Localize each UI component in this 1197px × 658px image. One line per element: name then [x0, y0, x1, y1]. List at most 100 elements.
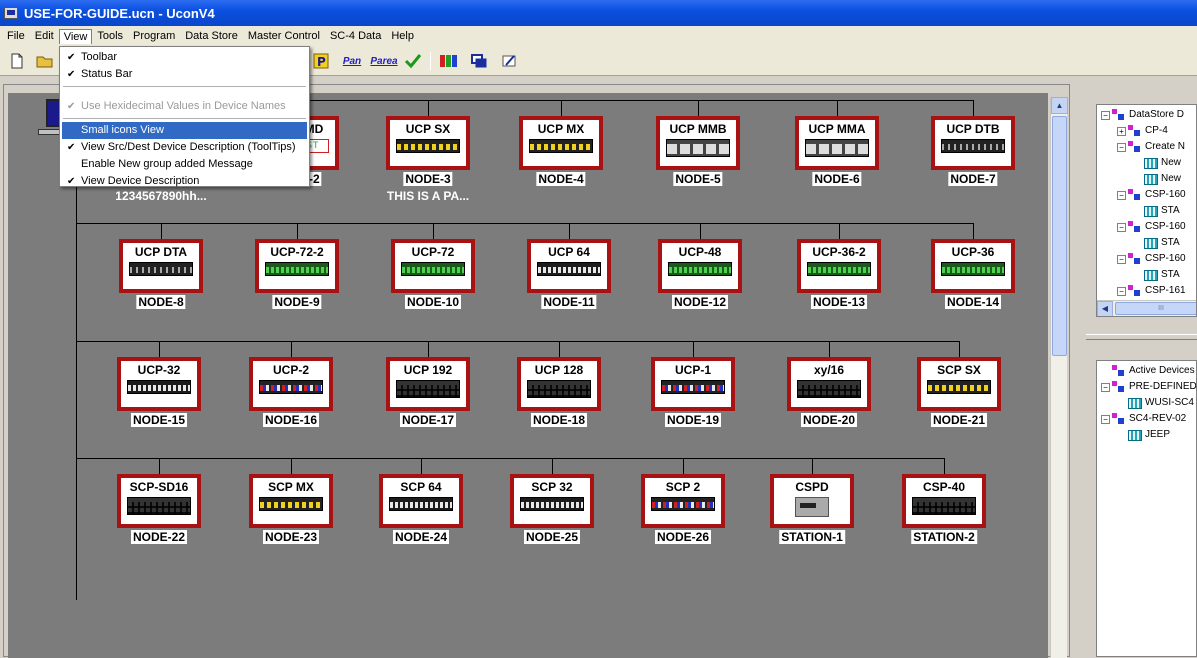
checkmark-icon[interactable]	[402, 51, 424, 71]
device-node-15[interactable]: UCP-32	[117, 357, 201, 411]
device-body: SCP 64	[383, 478, 459, 524]
tree-item[interactable]: − CSP-160	[1117, 220, 1186, 234]
menu-item-tooltips[interactable]: ✔ View Src/Dest Device Description (ToolT…	[62, 139, 307, 156]
device-station-1[interactable]: CSPD	[770, 474, 854, 528]
check-icon: ✔	[67, 101, 76, 112]
device-node-8[interactable]: UCP DTA	[119, 239, 203, 293]
device-node-18[interactable]: UCP 128	[517, 357, 601, 411]
device-node-24[interactable]: SCP 64	[379, 474, 463, 528]
tree-item-label: New	[1161, 157, 1182, 168]
device-body: UCP DTB	[935, 120, 1011, 166]
menu-item-small-icons[interactable]: Small icons View	[62, 122, 307, 139]
collapse-icon[interactable]: −	[1101, 414, 1110, 424]
device-station-2[interactable]: CSP-40	[902, 474, 986, 528]
device-model-label: UCP MX	[537, 122, 585, 136]
datastore-tree[interactable]: − CSP-161 STA − CSP-160 STA − CSP-160 STA − CSP-16…	[1096, 104, 1197, 317]
menu-item-status-bar[interactable]: ✔ Status Bar	[62, 66, 307, 83]
tree-item[interactable]: − PRE-DEFINED	[1101, 380, 1196, 394]
device-model-label: UCP 192	[403, 363, 453, 377]
collapse-icon[interactable]: −	[1117, 142, 1126, 152]
pencil-note-icon[interactable]	[498, 51, 520, 71]
active-devices-tree[interactable]: JEEP − SC4-REV-02 WUSI-SC4 − PRE-DEFINED Activ…	[1096, 360, 1197, 657]
scroll-left-icon[interactable]: ◀	[1097, 301, 1113, 316]
group-icon	[1128, 285, 1142, 297]
device-node-23[interactable]: SCP MX	[249, 474, 333, 528]
copy-windows-icon[interactable]	[468, 51, 490, 71]
parea-button[interactable]: Parea	[368, 51, 400, 71]
collapse-icon[interactable]: −	[1101, 382, 1110, 392]
scroll-thumb[interactable]: III	[1115, 302, 1196, 315]
device-node-16[interactable]: UCP-2	[249, 357, 333, 411]
menu-data-store[interactable]: Data Store	[180, 28, 243, 44]
menu-master-control[interactable]: Master Control	[243, 28, 325, 44]
tree-item[interactable]: STA	[1133, 236, 1180, 250]
collapse-icon[interactable]: −	[1117, 222, 1126, 232]
menu-program[interactable]: Program	[128, 28, 180, 44]
device-node-20[interactable]: xy/16	[787, 357, 871, 411]
menu-sc4-data[interactable]: SC-4 Data	[325, 28, 386, 44]
collapse-icon[interactable]: −	[1117, 286, 1126, 296]
menu-view[interactable]: View	[58, 28, 93, 44]
device-node-19[interactable]: UCP-1	[651, 357, 735, 411]
new-file-icon[interactable]	[6, 51, 28, 71]
device-node-17[interactable]: UCP 192	[386, 357, 470, 411]
device-node-14[interactable]: UCP-36	[931, 239, 1015, 293]
columns-icon[interactable]	[438, 51, 460, 71]
collapse-icon[interactable]: −	[1117, 254, 1126, 264]
tree-item[interactable]: JEEP	[1117, 428, 1170, 442]
menu-item-toolbar[interactable]: ✔ Toolbar	[62, 49, 307, 66]
tree-item[interactable]: − SC4-REV-02	[1101, 412, 1186, 426]
device-model-label: SCP SX	[937, 363, 981, 377]
node-name-label: NODE-26	[654, 530, 712, 544]
device-body: UCP-72	[395, 243, 471, 289]
pane-splitter[interactable]	[1086, 334, 1197, 340]
tree-item[interactable]: − DataStore D	[1101, 108, 1184, 122]
device-node-26[interactable]: SCP 2	[641, 474, 725, 528]
tree-item[interactable]: − CSP-161	[1117, 284, 1186, 298]
tree-item[interactable]: New	[1133, 172, 1181, 186]
tree-item[interactable]: STA	[1133, 268, 1180, 282]
menu-file[interactable]: File	[2, 28, 30, 44]
device-node-9[interactable]: UCP-72-2	[255, 239, 339, 293]
device-node-4[interactable]: UCP MX	[519, 116, 603, 170]
device-panel-icon	[259, 497, 323, 511]
tree-item[interactable]: − Create N	[1117, 140, 1185, 154]
device-node-21[interactable]: SCP SX	[917, 357, 1001, 411]
device-node-5[interactable]: UCP MMB	[656, 116, 740, 170]
tree-item[interactable]: Active Devices on	[1101, 364, 1196, 378]
menu-item-device-desc[interactable]: ✔ View Device Description	[62, 173, 307, 190]
device-node-13[interactable]: UCP-36-2	[797, 239, 881, 293]
device-node-12[interactable]: UCP-48	[658, 239, 742, 293]
collapse-icon[interactable]: −	[1101, 110, 1110, 120]
program-p-icon[interactable]: P	[310, 51, 332, 71]
scroll-thumb[interactable]	[1052, 116, 1067, 356]
tree-item[interactable]: − CSP-160	[1117, 252, 1186, 266]
collapse-icon[interactable]: −	[1117, 190, 1126, 200]
tree-item[interactable]: WUSI-SC4	[1117, 396, 1194, 410]
open-folder-icon[interactable]	[34, 51, 56, 71]
node-name-label: NODE-8	[136, 295, 186, 309]
menu-item-new-group-msg[interactable]: Enable New group added Message	[62, 156, 307, 173]
device-model-label: CSP-40	[922, 480, 966, 494]
device-node-10[interactable]: UCP-72	[391, 239, 475, 293]
device-node-22[interactable]: SCP-SD16	[117, 474, 201, 528]
menu-help[interactable]: Help	[386, 28, 419, 44]
menu-edit[interactable]: Edit	[30, 28, 59, 44]
expand-icon[interactable]: +	[1117, 126, 1126, 136]
device-panel-icon	[520, 497, 584, 511]
device-node-11[interactable]: UCP 64	[527, 239, 611, 293]
tree-item[interactable]: + CP-4	[1117, 124, 1168, 138]
tree-item[interactable]: STA	[1133, 204, 1180, 218]
pan-button[interactable]: Pan	[338, 51, 366, 71]
device-node-25[interactable]: SCP 32	[510, 474, 594, 528]
horizontal-scrollbar[interactable]: ◀ III	[1097, 300, 1196, 316]
device-model-label: UCP-32	[137, 363, 181, 377]
scroll-up-icon[interactable]: ▲	[1051, 97, 1068, 114]
tree-item[interactable]: − CSP-160	[1117, 188, 1186, 202]
tree-item[interactable]: New	[1133, 156, 1181, 170]
vertical-scrollbar[interactable]: ▲	[1050, 97, 1068, 658]
menu-tools[interactable]: Tools	[92, 28, 128, 44]
device-node-3[interactable]: UCP SX	[386, 116, 470, 170]
device-node-7[interactable]: UCP DTB	[931, 116, 1015, 170]
device-node-6[interactable]: UCP MMA	[795, 116, 879, 170]
